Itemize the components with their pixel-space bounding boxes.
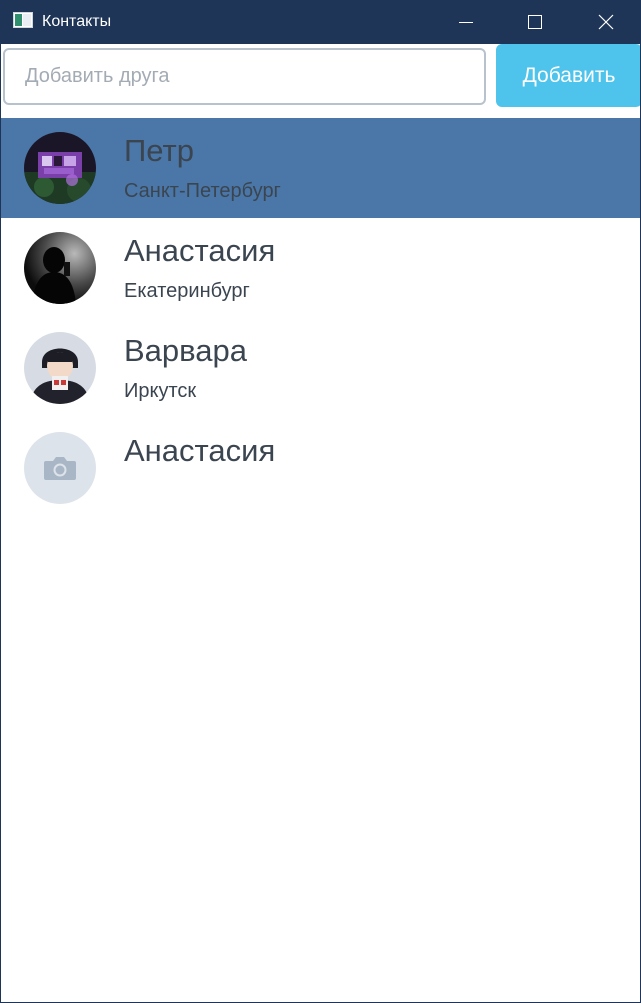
contact-city: Екатеринбург xyxy=(124,280,250,302)
contacts-window: Контакты Добавить друга Добавить Петр Са… xyxy=(0,0,641,1003)
contact-city: Иркутск xyxy=(124,380,197,402)
avatar xyxy=(24,232,96,304)
contact-name: Варвара xyxy=(124,333,248,368)
contact-name: Петр xyxy=(124,133,194,168)
window-title: Контакты xyxy=(42,13,112,30)
contact-item[interactable]: Петр Санкт-Петербург xyxy=(1,118,640,218)
avatar-photo-purple-night xyxy=(24,132,96,204)
title-bar[interactable]: Контакты xyxy=(1,0,640,44)
avatar xyxy=(24,332,96,404)
avatar-photo-dark-silhouette xyxy=(24,232,96,304)
avatar xyxy=(24,432,96,504)
close-icon xyxy=(598,14,614,30)
contact-list: Петр Санкт-Петербург Анастасия Екатеринб… xyxy=(1,118,640,518)
contact-city: Санкт-Петербург xyxy=(124,180,281,202)
avatar-photo-anime-character xyxy=(24,332,96,404)
contact-item[interactable]: Анастасия Екатеринбург xyxy=(1,218,640,318)
close-button[interactable] xyxy=(583,0,629,44)
add-friend-input[interactable] xyxy=(3,48,486,105)
contact-item[interactable]: Анастасия xyxy=(1,418,640,518)
add-friend-row: Добавить xyxy=(1,44,640,118)
avatar xyxy=(24,132,96,204)
add-friend-button[interactable]: Добавить xyxy=(496,44,640,107)
minimize-button[interactable] xyxy=(443,0,489,44)
camera-placeholder-icon xyxy=(24,432,96,504)
maximize-icon xyxy=(528,15,542,29)
contact-item[interactable]: Варвара Иркутск xyxy=(1,318,640,418)
minimize-icon xyxy=(459,22,473,23)
contact-name: Анастасия xyxy=(124,433,276,468)
contact-name: Анастасия xyxy=(124,233,276,268)
maximize-button[interactable] xyxy=(512,0,558,44)
app-icon xyxy=(13,12,33,28)
